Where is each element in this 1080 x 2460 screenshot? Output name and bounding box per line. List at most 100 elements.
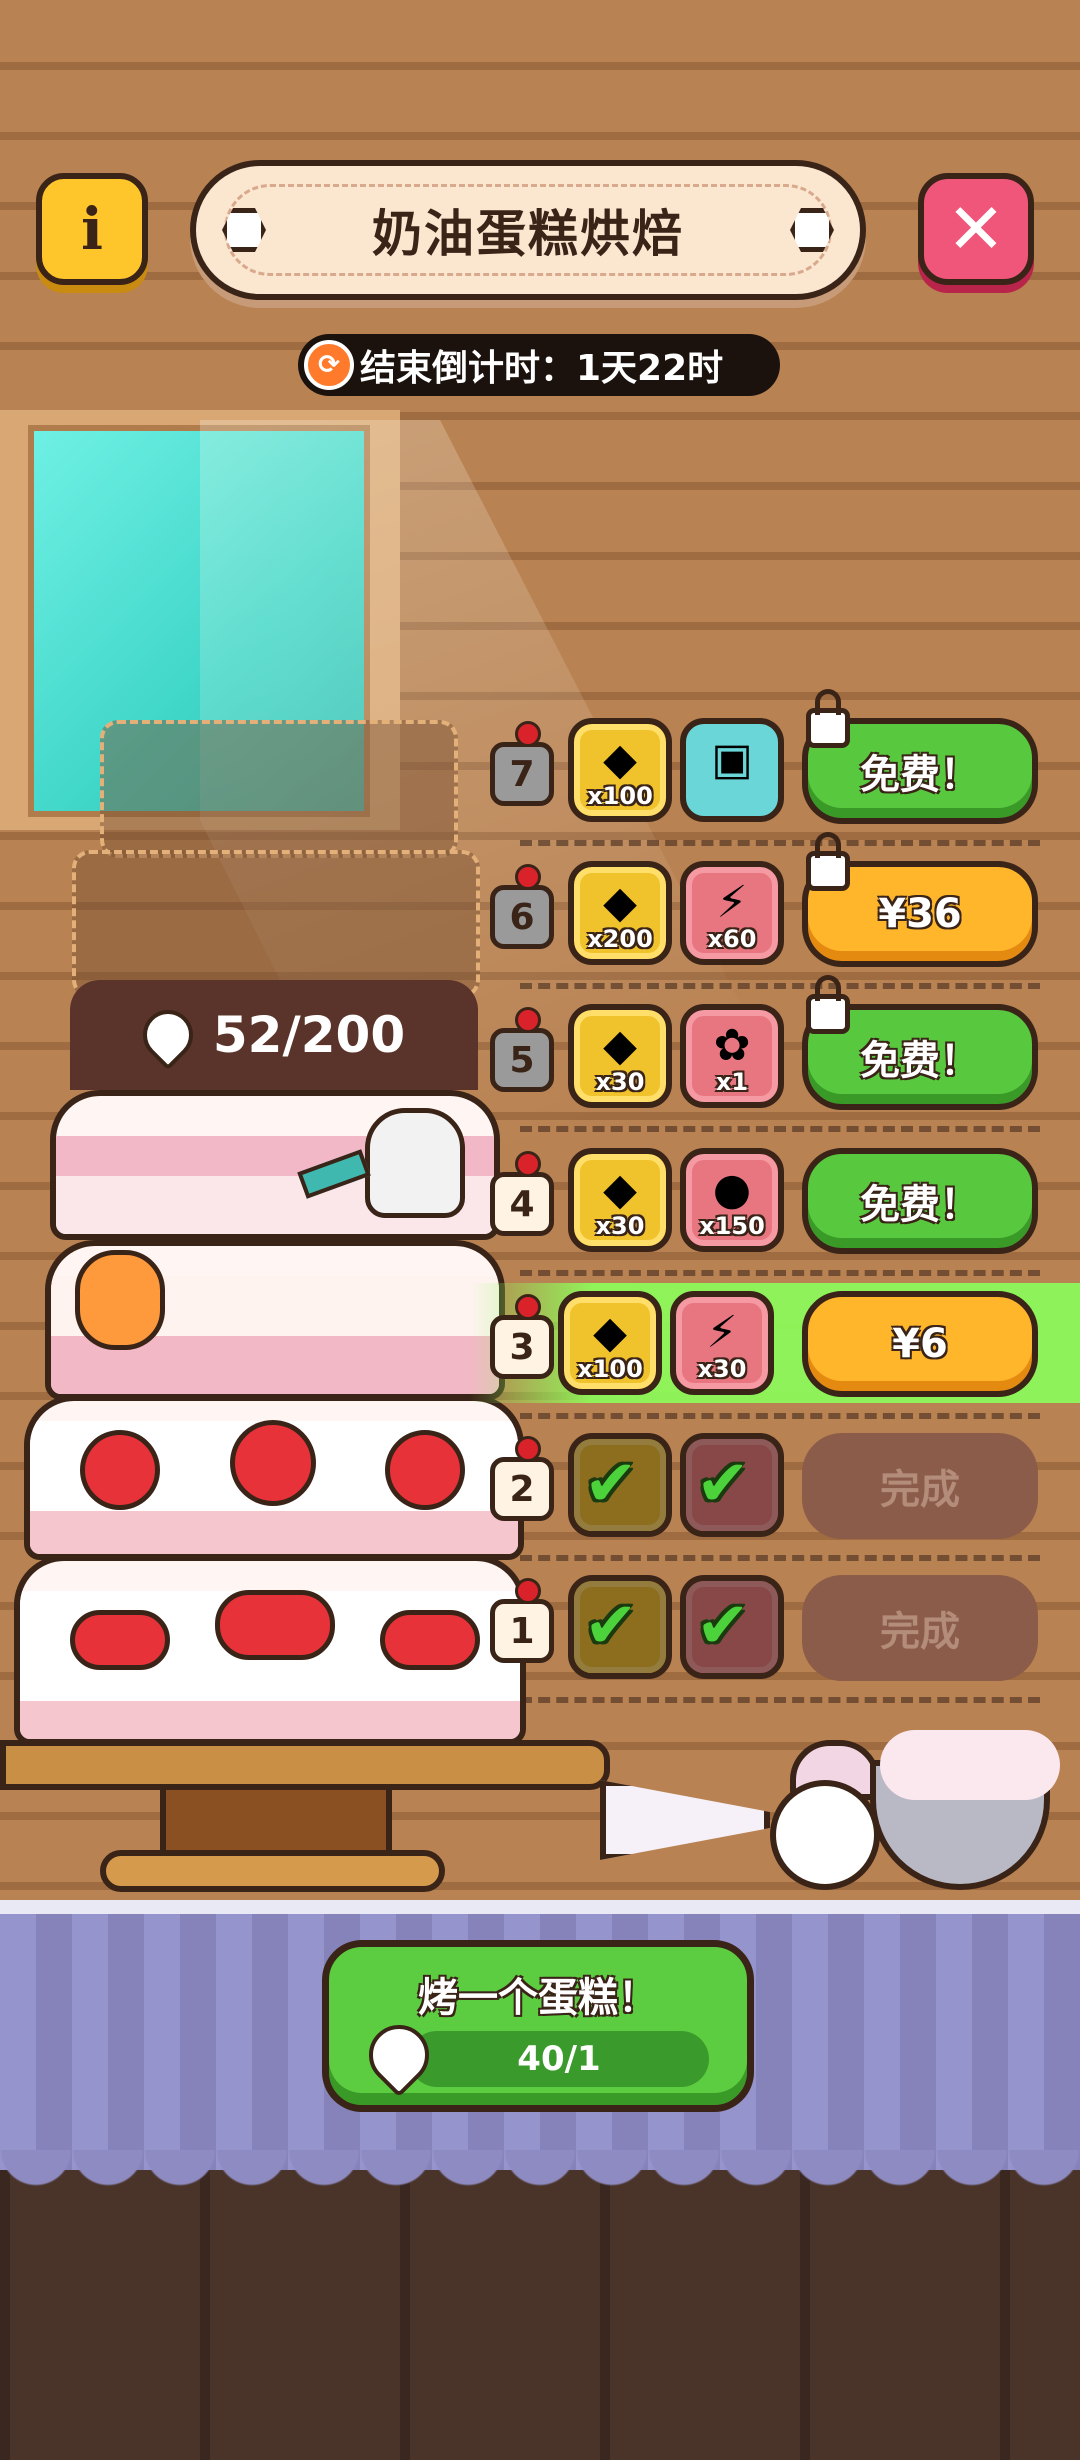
floor xyxy=(0,2170,1080,2460)
row-divider xyxy=(520,1555,1040,1561)
counter-top xyxy=(0,1900,1080,1914)
tier-claim-button[interactable]: 免费！ xyxy=(802,1148,1038,1254)
lightning-icon: ⚡ xyxy=(706,1307,738,1358)
tier-level-badge: 2 xyxy=(490,1436,554,1521)
robot-card-icon: ▣ xyxy=(711,734,753,785)
check-icon: ✔ xyxy=(584,1589,638,1663)
reward-tier-row: 3 ◆ x100 ⚡ x30 ¥6 xyxy=(470,1283,1080,1403)
reward-item-slot[interactable]: ◆ x30 xyxy=(568,1148,672,1252)
hex-ornament-right-icon xyxy=(790,208,834,252)
info-button[interactable]: i xyxy=(36,173,148,285)
reward-quantity: x30 xyxy=(697,1355,747,1383)
tier-level-badge: 4 xyxy=(490,1151,554,1236)
apple-decoration-icon xyxy=(230,1420,316,1506)
bake-cake-button[interactable]: 烤一个蛋糕！ 40/1 xyxy=(322,1940,754,2112)
check-icon: ✔ xyxy=(696,1447,750,1521)
row-divider xyxy=(520,1270,1040,1276)
locked-tier-ghost-top xyxy=(100,720,458,858)
reward-tier-row: 2 ✔ ✔ 完成 xyxy=(490,1425,1080,1545)
crystal-icon: ◆ xyxy=(603,1164,637,1215)
reward-quantity: x100 xyxy=(577,1355,643,1383)
reward-tier-row: 4 ◆ x30 ● x150 免费！ xyxy=(490,1140,1080,1260)
reward-item-slot[interactable]: ◆ x100 xyxy=(558,1291,662,1395)
crystal-icon: ◆ xyxy=(593,1307,627,1358)
timer-icon: ⟳ xyxy=(304,340,354,390)
cookie-icon: ● xyxy=(712,1164,752,1215)
reward-quantity: x200 xyxy=(587,925,653,953)
chef-character-icon xyxy=(770,1780,880,1890)
row-divider xyxy=(520,983,1040,989)
bake-count-text: 40/1 xyxy=(517,2039,601,2079)
reward-item-slot[interactable]: ● x150 xyxy=(680,1148,784,1252)
bake-cake-label: 烤一个蛋糕！ xyxy=(418,1975,658,2021)
tier-level-badge: 7 xyxy=(490,721,554,806)
lock-icon xyxy=(806,689,850,748)
row-divider xyxy=(520,1697,1040,1703)
tier-level-badge: 6 xyxy=(490,864,554,949)
locked-tier-ghost-2 xyxy=(72,850,480,998)
reward-item-slot[interactable]: ✔ xyxy=(568,1575,672,1679)
tier-level-badge: 1 xyxy=(490,1578,554,1663)
title-banner: 奶油蛋糕烘焙 xyxy=(190,160,866,300)
ribbon-bow-icon xyxy=(215,1590,335,1660)
tablecloth-scallop xyxy=(0,2150,1080,2200)
row-divider xyxy=(520,840,1040,846)
reward-quantity: x150 xyxy=(699,1212,765,1240)
crystal-icon: ◆ xyxy=(603,877,637,928)
crystal-icon: ◆ xyxy=(603,1020,637,1071)
wolf-character-icon xyxy=(365,1108,465,1218)
tier-complete-button: 完成 xyxy=(802,1575,1038,1681)
reward-item-slot[interactable]: ✔ xyxy=(680,1575,784,1679)
close-icon: ✕ xyxy=(946,188,1006,270)
reward-quantity: x1 xyxy=(715,1068,749,1096)
reward-item-slot[interactable]: ◆ x30 xyxy=(568,1004,672,1108)
reward-item-slot[interactable]: ⚡ x60 xyxy=(680,861,784,965)
reward-quantity: x30 xyxy=(595,1068,645,1096)
cake-progress-plate: 52/200 xyxy=(70,980,478,1090)
reward-tier-row: 7 ◆ x100 ▣ 免费！ xyxy=(490,689,1080,830)
info-icon: i xyxy=(80,195,104,263)
check-icon: ✔ xyxy=(696,1589,750,1663)
ribbon-bow-icon xyxy=(380,1610,480,1670)
lock-icon xyxy=(806,832,850,891)
lightning-icon: ⚡ xyxy=(716,877,748,928)
countdown-timer: ⟳ 结束倒计时：1天22时 xyxy=(298,334,780,396)
cake-stand-plate xyxy=(0,1740,610,1790)
seed-packet-icon: ✿ xyxy=(713,1020,751,1071)
reward-item-slot[interactable]: ◆ x100 xyxy=(568,718,672,822)
reward-item-slot[interactable]: ⚡ x30 xyxy=(670,1291,774,1395)
page-title: 奶油蛋糕烘焙 xyxy=(372,205,684,263)
row-divider xyxy=(520,1413,1040,1419)
reward-item-slot[interactable]: ◆ x200 xyxy=(568,861,672,965)
apple-decoration-icon xyxy=(80,1430,160,1510)
apple-decoration-icon xyxy=(385,1430,465,1510)
tier-level-badge: 5 xyxy=(490,1007,554,1092)
bake-cost-counter: 40/1 xyxy=(409,2031,709,2087)
tier-purchase-button[interactable]: ¥6 xyxy=(802,1291,1038,1397)
crystal-icon: ◆ xyxy=(603,734,637,785)
ribbon-bow-icon xyxy=(70,1610,170,1670)
tier-level-badge: 3 xyxy=(490,1294,554,1379)
countdown-label: 结束倒计时：1天22时 xyxy=(360,348,724,389)
whipped-cream-icon xyxy=(880,1730,1060,1800)
cream-drop-icon xyxy=(132,999,204,1071)
cake-stand-base xyxy=(100,1850,445,1892)
close-button[interactable]: ✕ xyxy=(918,173,1034,285)
reward-tier-row: 6 ◆ x200 ⚡ x60 ¥36 xyxy=(490,832,1080,973)
hex-ornament-left-icon xyxy=(222,208,266,252)
reward-item-slot[interactable]: ✿ x1 xyxy=(680,1004,784,1108)
reward-tier-row: 1 ✔ ✔ 完成 xyxy=(490,1567,1080,1687)
reward-item-slot[interactable]: ▣ xyxy=(680,718,784,822)
reward-quantity: x60 xyxy=(707,925,757,953)
row-divider xyxy=(520,1126,1040,1132)
check-icon: ✔ xyxy=(584,1447,638,1521)
cake-progress-count: 52/200 xyxy=(212,1006,406,1064)
reward-tier-row: 5 ◆ x30 ✿ x1 免费！ xyxy=(490,975,1080,1116)
reward-quantity: x30 xyxy=(595,1212,645,1240)
tier-complete-button: 完成 xyxy=(802,1433,1038,1539)
reward-item-slot[interactable]: ✔ xyxy=(680,1433,784,1537)
fox-character-icon xyxy=(75,1250,165,1350)
reward-quantity: x100 xyxy=(587,782,653,810)
reward-item-slot[interactable]: ✔ xyxy=(568,1433,672,1537)
lock-icon xyxy=(806,975,850,1034)
